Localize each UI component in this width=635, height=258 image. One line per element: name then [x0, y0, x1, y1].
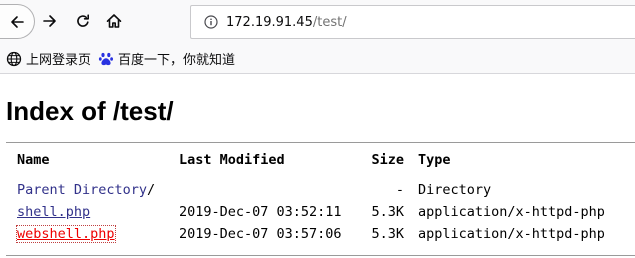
bookmarks-toolbar: 上网登录页 百度一下，你就知道 — [0, 44, 635, 74]
type-cell: application/x-httpd-php — [418, 224, 605, 244]
modified-cell: 2019-Dec-07 03:57:06 — [179, 224, 342, 244]
type-cell: Directory — [418, 180, 491, 200]
divider — [6, 255, 635, 256]
bookmark-baidu[interactable]: 百度一下，你就知道 — [98, 48, 235, 70]
divider — [6, 142, 635, 143]
back-button[interactable] — [0, 4, 35, 39]
baidu-paw-icon — [98, 51, 114, 67]
arrow-right-icon — [42, 13, 58, 29]
column-header-modified[interactable]: Last Modified — [179, 150, 285, 170]
forward-button[interactable] — [38, 9, 62, 33]
bookmark-label: 百度一下，你就知道 — [118, 49, 235, 68]
table-row: webshell.php 2019-Dec-07 03:57:06 5.3K a… — [0, 224, 635, 244]
size-cell: 5.3K — [368, 224, 404, 244]
column-header-type[interactable]: Type — [418, 150, 451, 170]
navigation-toolbar: 172.19.91.45/test/ — [0, 0, 635, 44]
parent-directory-row: Parent Directory/ - Directory — [0, 180, 635, 200]
directory-slash: / — [147, 182, 155, 198]
bookmark-login-page[interactable]: 上网登录页 — [6, 48, 91, 70]
name-cell: webshell.php — [17, 224, 115, 244]
listing-header-row: Name Last Modified Size Type — [0, 150, 635, 170]
file-link-shell[interactable]: shell.php — [17, 204, 90, 220]
home-button[interactable] — [102, 9, 126, 33]
url-host: 172.19.91.45 — [226, 15, 313, 30]
column-header-size[interactable]: Size — [368, 150, 404, 170]
url-bar[interactable]: 172.19.91.45/test/ — [190, 5, 635, 39]
column-header-name[interactable]: Name — [17, 150, 50, 170]
parent-directory-link[interactable]: Parent Directory — [17, 182, 147, 198]
table-row: shell.php 2019-Dec-07 03:52:11 5.3K appl… — [0, 202, 635, 222]
size-cell: - — [368, 180, 404, 200]
bookmark-label: 上网登录页 — [26, 49, 91, 68]
type-cell: application/x-httpd-php — [418, 202, 605, 222]
reload-button[interactable] — [71, 9, 95, 33]
home-icon — [106, 13, 122, 29]
arrow-left-icon — [9, 14, 25, 30]
file-link-webshell[interactable]: webshell.php — [17, 226, 115, 242]
size-cell: 5.3K — [368, 202, 404, 222]
reload-icon — [75, 13, 91, 29]
globe-icon — [6, 51, 22, 67]
name-cell: Parent Directory/ — [17, 180, 155, 200]
url-path: /test/ — [313, 15, 347, 30]
info-icon[interactable] — [204, 15, 218, 29]
page-title: Index of /test/ — [6, 96, 174, 127]
name-cell: shell.php — [17, 202, 90, 222]
modified-cell: 2019-Dec-07 03:52:11 — [179, 202, 342, 222]
